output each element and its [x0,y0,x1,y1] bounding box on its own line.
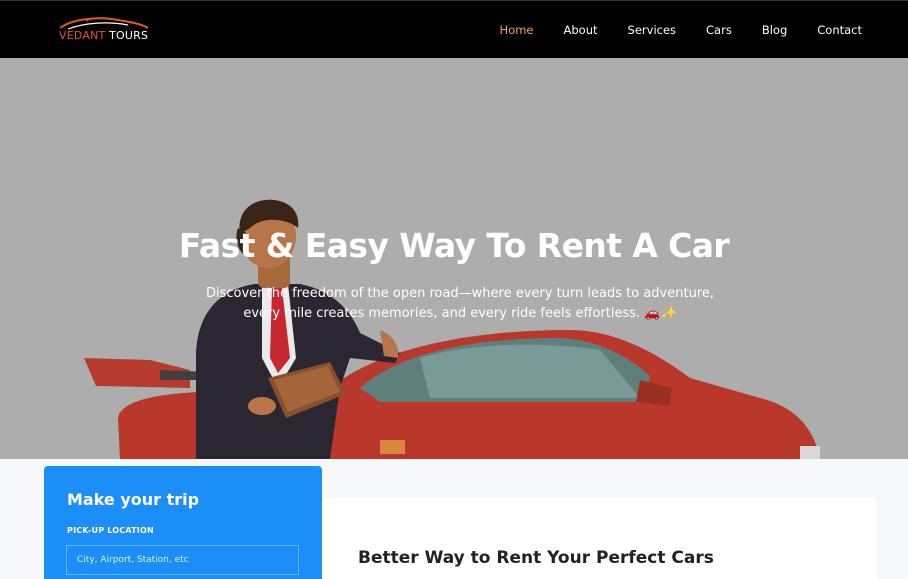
nav-link-services[interactable]: Services [628,23,677,37]
brand-name-part1: VEDANT [59,29,106,42]
nav-link-blog[interactable]: Blog [762,23,787,37]
section-title: Better Way to Rent Your Perfect Cars [358,548,714,568]
navbar: VEDANT TOURS Home About Services Cars Bl… [0,0,908,58]
hero-title: Fast & Easy Way To Rent A Car [178,226,730,265]
hero-subtitle: Discover the freedom of the open road—wh… [205,286,715,321]
brand-name-part2: TOURS [109,29,149,42]
brand-logo[interactable]: VEDANT TOURS [58,15,150,45]
hero-banner: Fast & Easy Way To Rent A Car Discover t… [0,58,908,459]
nav-link-about[interactable]: About [564,23,598,37]
nav-link-home[interactable]: Home [500,23,534,37]
trip-form-title: Make your trip [67,490,200,509]
main-nav: Home About Services Cars Blog Contact [500,1,862,59]
red-sports-car [84,330,820,459]
pickup-location-input[interactable] [66,545,299,575]
about-card: Better Way to Rent Your Perfect Cars [322,498,877,579]
trip-form: Make your trip PICK-UP LOCATION [44,466,322,579]
nav-link-contact[interactable]: Contact [817,23,862,37]
pickup-location-label: PICK-UP LOCATION [67,526,154,535]
nav-link-cars[interactable]: Cars [706,23,732,37]
